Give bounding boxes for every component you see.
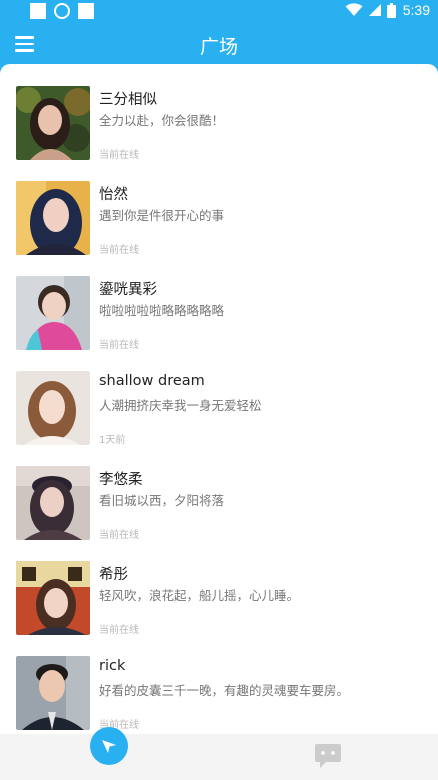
user-signature: 好看的皮囊三千一晚，有趣的灵魂要车要房。 [99,683,350,698]
list-item[interactable]: 鎏咣異彩 啦啦啦啦啦略略略略略 当前在线 [0,254,438,351]
avatar [16,561,90,635]
list-item[interactable]: 希彤 轻风吹，浪花起，船儿摇，心儿睡。 当前在线 [0,539,438,636]
user-name: rick [99,658,126,674]
list-item[interactable]: 李悠柔 看旧城以西，夕阳将落 当前在线 [0,444,438,541]
user-name: 希彤 [99,567,128,583]
user-signature: 人潮拥挤庆幸我一身无爱轻松 [99,398,262,413]
tab-messages[interactable] [314,743,342,769]
avatar [16,181,90,255]
list-item[interactable]: shallow dream 人潮拥挤庆幸我一身无爱轻松 1天前 [0,349,438,446]
user-name: 怡然 [99,187,128,203]
wifi-icon [345,3,363,16]
notification-square-icon [78,3,94,19]
user-signature: 轻风吹，浪花起，船儿摇，心儿睡。 [99,588,300,603]
signal-icon [368,4,381,16]
tab-discover[interactable] [90,727,128,765]
battery-icon [386,2,396,18]
app-bar: 广场 [0,24,438,64]
avatar [16,86,90,160]
list-item[interactable]: 三分相似 全力以赴，你会很酷！ 当前在线 [0,64,438,161]
notification-square-icon [30,3,46,19]
user-signature: 看旧城以西，夕阳将落 [99,493,225,508]
chat-bubble-icon [315,744,341,768]
user-name: 三分相似 [99,92,157,108]
user-signature: 全力以赴，你会很酷！ [99,113,225,128]
clock-time: 5:39 [402,2,430,18]
user-name: 鎏咣異彩 [99,282,157,298]
list-item[interactable]: rick 好看的皮囊三千一晚，有趣的灵魂要车要房。 当前在线 [0,634,438,731]
app-circle-icon [54,3,70,19]
user-name: shallow dream [99,373,205,389]
avatar [16,371,90,445]
user-signature: 啦啦啦啦啦略略略略略 [99,303,225,318]
avatar [16,276,90,350]
user-signature: 遇到你是件很开心的事 [99,208,225,223]
avatar [16,466,90,540]
status-bar: 5:39 [0,0,438,24]
status-right-icons: 5:39 [345,2,430,18]
list-item[interactable]: 怡然 遇到你是件很开心的事 当前在线 [0,159,438,256]
page-title: 广场 [199,36,238,58]
user-list: 三分相似 全力以赴，你会很酷！ 当前在线 怡然 遇到你是件很开心的事 当前在线 [0,64,438,734]
compass-icon [102,740,116,753]
user-name: 李悠柔 [99,472,143,488]
avatar [16,656,90,730]
status-left-icons [30,3,94,19]
bottom-nav [0,734,438,780]
